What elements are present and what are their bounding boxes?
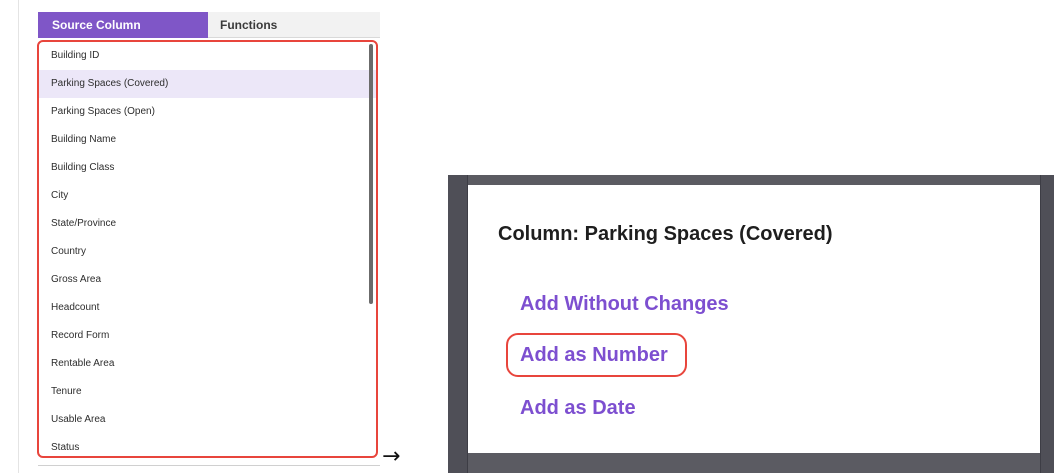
backdrop-right xyxy=(1040,175,1054,473)
source-column-list: Building ID Parking Spaces (Covered) Parki… xyxy=(37,40,378,458)
arrow-right-icon: → xyxy=(382,444,401,469)
list-scrollbar[interactable] xyxy=(369,44,373,304)
dialog-screenshot: Column: Parking Spaces (Covered) Add Wit… xyxy=(448,175,1054,473)
add-without-changes-option[interactable]: Add Without Changes xyxy=(520,293,729,316)
column-options-dialog: Column: Parking Spaces (Covered) Add Wit… xyxy=(468,185,1040,453)
list-item[interactable]: Parking Spaces (Covered) xyxy=(39,70,376,98)
panel-divider xyxy=(18,0,19,473)
list-item[interactable]: City xyxy=(39,182,376,210)
list-item[interactable]: Building Class xyxy=(39,154,376,182)
list-item[interactable]: Status xyxy=(39,434,376,456)
dialog-title: Column: Parking Spaces (Covered) xyxy=(498,223,833,245)
list-item[interactable]: Building Name xyxy=(39,126,376,154)
tab-functions[interactable]: Functions xyxy=(208,12,380,38)
list-item[interactable]: Usable Area xyxy=(39,406,376,434)
list-item[interactable]: Parking Spaces (Open) xyxy=(39,98,376,126)
backdrop-left xyxy=(448,175,468,473)
source-panel: Source Column Functions Building ID Parki… xyxy=(0,0,390,473)
list-item[interactable]: Headcount xyxy=(39,294,376,322)
list-item[interactable]: Tenure xyxy=(39,378,376,406)
tab-source-column[interactable]: Source Column xyxy=(38,12,208,38)
tab-bar: Source Column Functions xyxy=(38,12,380,38)
list-item[interactable]: Country xyxy=(39,238,376,266)
panel-bottom-divider xyxy=(38,465,380,466)
list-item[interactable]: Building ID xyxy=(39,42,376,70)
add-as-number-option[interactable]: Add as Number xyxy=(520,344,668,367)
list-item[interactable]: Rentable Area xyxy=(39,350,376,378)
list-item[interactable]: Gross Area xyxy=(39,266,376,294)
add-as-date-option[interactable]: Add as Date xyxy=(520,397,636,420)
list-item[interactable]: State/Province xyxy=(39,210,376,238)
list-item[interactable]: Record Form xyxy=(39,322,376,350)
